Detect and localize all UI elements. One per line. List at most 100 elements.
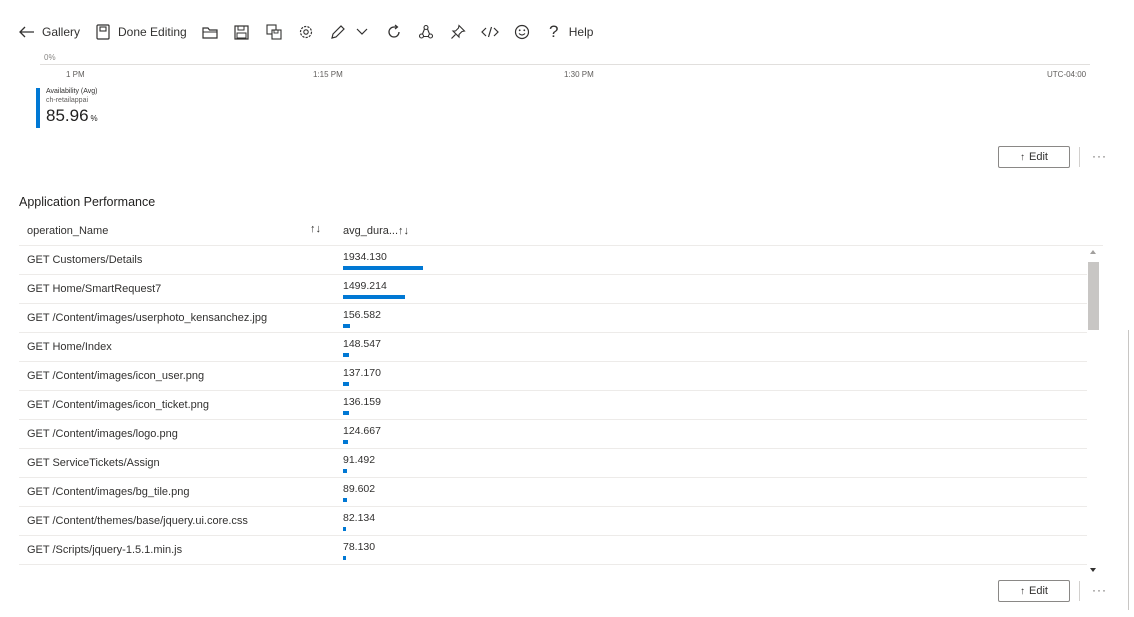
edit-table-button[interactable]: ↑ Edit <box>998 580 1070 602</box>
done-editing-button[interactable]: Done Editing <box>94 18 187 46</box>
avg-duration-cell: 156.582 <box>343 309 381 321</box>
operation-name-cell: GET /Content/images/icon_user.png <box>27 370 205 382</box>
operation-name-cell: GET ServiceTickets/Assign <box>27 457 160 469</box>
edit-button[interactable] <box>329 18 347 46</box>
sort-icon[interactable]: ↑↓ <box>310 223 321 235</box>
avg-duration-bar <box>343 295 405 299</box>
feedback-smiley-icon <box>513 23 531 41</box>
x-tick-label: 1:30 PM <box>564 70 594 79</box>
operation-name-cell: GET Home/Index <box>27 341 112 353</box>
save-as-icon <box>265 23 283 41</box>
column-header-avg-duration[interactable]: avg_dura...↑↓ <box>343 225 409 237</box>
avg-duration-cell: 78.130 <box>343 541 376 553</box>
save-as-button[interactable] <box>265 18 283 46</box>
share-button[interactable] <box>417 18 435 46</box>
edit-table-label: Edit <box>1029 585 1048 597</box>
edit-pencil-icon <box>329 23 347 41</box>
table-scrollbar[interactable] <box>1087 246 1101 576</box>
operation-name-cell: GET /Content/images/userphoto_kensanchez… <box>27 312 268 324</box>
avg-duration-bar <box>343 469 347 473</box>
settings-button[interactable] <box>297 18 315 46</box>
edit-arrow-icon: ↑ <box>1020 585 1026 597</box>
avg-duration-cell: 1499.214 <box>343 280 387 292</box>
save-icon <box>233 23 251 41</box>
column-header-avg-duration-label: avg_dura... <box>343 225 399 237</box>
legend-color-bar <box>36 88 40 128</box>
table-row[interactable]: GET /Content/images/icon_user.png 137.170 <box>19 362 1087 391</box>
table-row[interactable]: GET ServiceTickets/Assign 91.492 <box>19 449 1087 478</box>
avg-duration-bar <box>343 324 350 328</box>
operation-name-cell: GET /Content/images/logo.png <box>27 428 178 440</box>
help-button[interactable]: ? Help <box>545 18 593 46</box>
edit-chart-label: Edit <box>1029 151 1048 163</box>
avg-duration-cell: 124.667 <box>343 425 381 437</box>
save-button[interactable] <box>233 18 251 46</box>
avg-duration-bar <box>343 382 349 386</box>
help-icon: ? <box>549 22 559 41</box>
gallery-button[interactable]: Gallery <box>18 18 80 46</box>
edit-dropdown[interactable] <box>353 18 371 46</box>
avg-duration-cell: 137.170 <box>343 367 381 379</box>
performance-table: operation_Name ↑↓ avg_dura...↑↓ GET Cust… <box>19 218 1103 565</box>
scroll-up-icon[interactable] <box>1090 250 1096 254</box>
avg-duration-bar <box>343 440 349 444</box>
settings-icon <box>297 23 315 41</box>
done-editing-label: Done Editing <box>118 25 187 39</box>
edit-chart-button[interactable]: ↑ Edit <box>998 146 1070 168</box>
y-axis-zero-label: 0% <box>44 53 56 62</box>
more-options-icon[interactable]: ··· <box>1092 149 1107 163</box>
table-row[interactable]: GET Home/SmartRequest7 1499.214 <box>19 275 1087 304</box>
open-button[interactable] <box>201 18 219 46</box>
gallery-label: Gallery <box>42 25 81 39</box>
column-header-operation-name[interactable]: operation_Name <box>27 225 108 237</box>
operation-name-cell: GET /Content/images/icon_ticket.png <box>27 399 210 411</box>
table-body: GET Customers/Details 1934.130 GET Home/Sm… <box>19 246 1087 568</box>
table-row[interactable]: GET Customers/Details 1934.130 <box>19 246 1087 275</box>
avg-duration-cell: 136.159 <box>343 396 381 408</box>
timezone-label: UTC-04:00 <box>1047 70 1087 79</box>
legend-value-unit: % <box>90 114 98 123</box>
refresh-button[interactable] <box>385 18 403 46</box>
panel-edge <box>1128 330 1129 610</box>
operation-name-cell: GET Customers/Details <box>27 254 143 266</box>
code-icon <box>480 23 499 41</box>
feedback-button[interactable] <box>513 18 531 46</box>
avg-duration-cell: 148.547 <box>343 338 381 350</box>
share-icon <box>417 23 435 41</box>
avg-duration-cell: 82.134 <box>343 512 376 524</box>
pin-button[interactable] <box>449 18 467 46</box>
more-options-icon[interactable]: ··· <box>1092 583 1107 597</box>
avg-duration-bar <box>343 498 347 502</box>
chart-legend[interactable]: Availability (Avg) ch-retailappai 85.96% <box>36 88 126 130</box>
table-row[interactable]: GET Home/Index 148.547 <box>19 333 1087 362</box>
table-row[interactable]: GET /Content/images/logo.png 124.667 <box>19 420 1087 449</box>
avg-duration-cell: 1934.130 <box>343 251 387 263</box>
avg-duration-cell: 91.492 <box>343 454 376 466</box>
x-tick-label: 1:15 PM <box>313 70 343 79</box>
done-editing-icon <box>94 23 112 41</box>
operation-name-cell: GET /Content/themes/base/jquery.ui.core.… <box>27 515 248 527</box>
scroll-down-icon[interactable] <box>1090 568 1096 572</box>
toolbar-divider <box>1079 147 1080 167</box>
scrollbar-thumb[interactable] <box>1088 262 1099 330</box>
legend-metric-name: Availability (Avg) <box>46 88 98 95</box>
back-arrow-icon <box>18 23 36 41</box>
table-row[interactable]: GET /Content/images/icon_ticket.png 136.1… <box>19 391 1087 420</box>
table-header: operation_Name ↑↓ avg_dura...↑↓ <box>19 218 1103 246</box>
table-row[interactable]: GET /Content/images/bg_tile.png 89.602 <box>19 478 1087 507</box>
avg-duration-bar <box>343 527 347 531</box>
table-row[interactable]: GET /Content/images/userphoto_kensanchez… <box>19 304 1087 333</box>
table-row[interactable]: GET /Scripts/jquery-1.5.1.min.js 78.130 <box>19 536 1087 565</box>
chevron-down-icon <box>353 23 371 41</box>
avg-duration-bar <box>343 411 349 415</box>
code-button[interactable] <box>480 18 499 46</box>
legend-value-number: 85.96 <box>46 106 89 125</box>
table-row[interactable]: GET /Content/themes/base/jquery.ui.core.… <box>19 507 1087 536</box>
x-tick-label: 1 PM <box>66 70 85 79</box>
x-axis-line <box>40 64 1090 65</box>
availability-chart: 0% 1 PM 1:15 PM 1:30 PM UTC-04:00 Availa… <box>0 50 1134 140</box>
avg-duration-bar <box>343 266 423 270</box>
section-title: Application Performance <box>19 195 156 209</box>
operation-name-cell: GET /Scripts/jquery-1.5.1.min.js <box>27 544 183 556</box>
avg-duration-cell: 89.602 <box>343 483 376 495</box>
